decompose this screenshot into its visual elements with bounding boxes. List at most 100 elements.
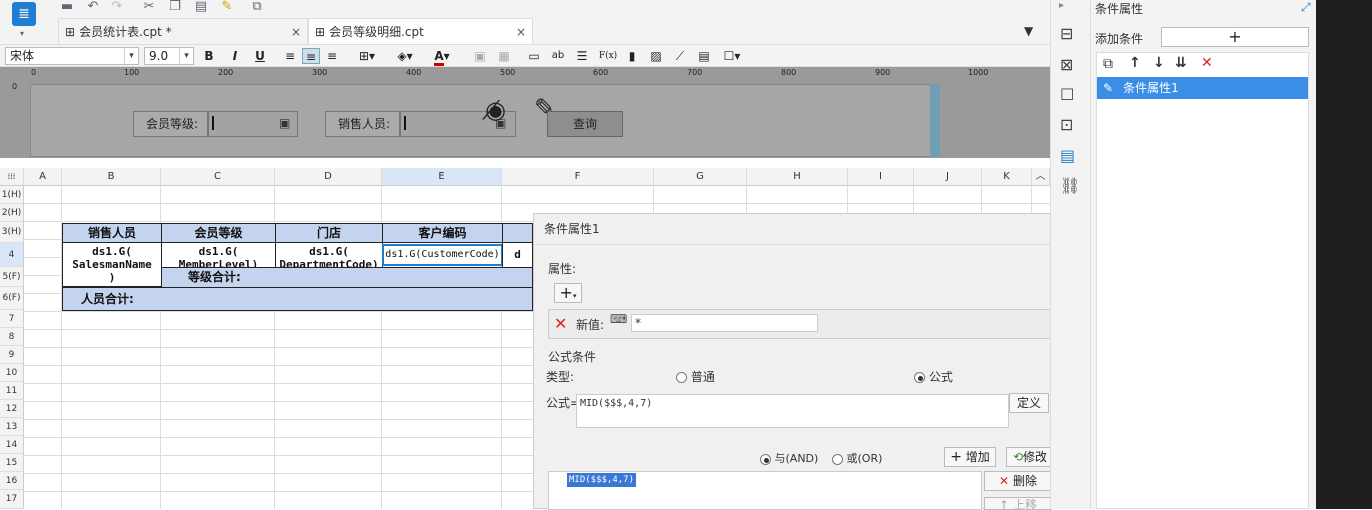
person-total-cell[interactable]: 人员合计: <box>62 287 533 311</box>
delete-icon[interactable]: ✕ <box>1201 55 1213 71</box>
collapse-icon[interactable]: ︿ <box>1032 168 1050 186</box>
header-cell-sales-person[interactable]: 销售人员 <box>62 223 162 243</box>
format-painter-icon[interactable]: ✎ <box>218 0 236 14</box>
row-header[interactable]: 1(H) <box>0 186 24 204</box>
copy-icon[interactable]: ⧉ <box>1103 56 1113 72</box>
level-total-cell[interactable]: 等级合计: <box>161 267 533 288</box>
row-header[interactable]: 2(H) <box>0 204 24 222</box>
designer-logo-icon[interactable]: ≣ <box>12 2 36 26</box>
column-header[interactable]: D <box>275 168 382 186</box>
close-icon[interactable]: × <box>291 25 301 39</box>
fill-color-icon[interactable]: ◈▾ <box>392 48 418 64</box>
pin-icon[interactable]: ▼ <box>1024 24 1033 38</box>
column-header[interactable]: E <box>382 168 502 186</box>
member-level-combo[interactable]: ▣ <box>208 111 298 137</box>
row-header[interactable]: 6(F) <box>0 287 24 310</box>
paste-icon[interactable]: ▤ <box>192 0 210 14</box>
cell-d4[interactable]: ds1.G( DepartmentCode) <box>275 242 383 268</box>
row-header[interactable]: 9 <box>0 346 24 364</box>
row-header[interactable]: 5(F) <box>0 267 24 287</box>
widget-settings-icon[interactable]: ⊠ <box>1060 55 1073 74</box>
move-up-button[interactable]: ↑ 上移 <box>984 497 1052 510</box>
cell-e4[interactable]: ds1.G(CustomerCode) <box>382 244 503 266</box>
image-icon[interactable]: ▨ <box>648 48 664 64</box>
condition-list-item[interactable]: MID($$$,4,7) <box>567 473 637 487</box>
row-header[interactable]: 13 <box>0 418 24 436</box>
save-icon[interactable]: ▬ <box>58 0 76 14</box>
row-header[interactable]: 7 <box>0 310 24 328</box>
split-cells-icon[interactable]: ▦ <box>496 48 512 64</box>
arrow-down-icon[interactable]: ↓ <box>1153 55 1165 71</box>
condition-item-selected[interactable]: ✎ 条件属性1 <box>1097 77 1308 99</box>
define-button[interactable]: 定义 <box>1009 393 1049 413</box>
and-radio[interactable]: 与(AND) <box>760 450 818 466</box>
chart-icon[interactable]: ▮ <box>624 48 640 64</box>
header-cell-extra[interactable] <box>502 223 533 243</box>
rich-text-icon[interactable]: ☰ <box>574 48 590 64</box>
hyperlink-icon[interactable]: ⛓ <box>1060 176 1080 195</box>
column-header[interactable]: F <box>502 168 654 186</box>
widget-icon[interactable]: ⊡ <box>1060 115 1073 134</box>
copy-icon[interactable]: ❐ <box>166 0 184 14</box>
column-header[interactable]: H <box>747 168 848 186</box>
column-header[interactable]: B <box>62 168 161 186</box>
cut-icon[interactable]: ✂ <box>140 0 158 14</box>
column-header[interactable]: J <box>914 168 982 186</box>
slash-icon[interactable]: ⟋ <box>672 48 688 64</box>
add-condition-button[interactable]: + 增加 <box>944 447 996 467</box>
type-normal-radio[interactable]: 普通 <box>676 368 715 385</box>
align-left-icon[interactable]: ≡ <box>282 48 298 64</box>
header-cell-customer-code[interactable]: 客户编码 <box>382 223 503 243</box>
row-header[interactable]: 3(H) <box>0 222 24 243</box>
merge-cells-icon[interactable]: ▣ <box>472 48 488 64</box>
border-icon[interactable]: ⊞▾ <box>354 48 380 64</box>
close-icon[interactable]: × <box>516 25 526 39</box>
condition-attribute-icon[interactable]: ▤ <box>1060 146 1075 165</box>
formula-button[interactable]: F(x) <box>596 48 620 64</box>
cell-element-icon[interactable]: ☐ <box>1060 85 1074 104</box>
row-header[interactable]: 4 <box>0 243 24 267</box>
italic-button[interactable]: I <box>228 48 242 64</box>
cell-attribute-icon[interactable]: ⊟ <box>1060 24 1073 43</box>
add-condition-plus-button[interactable]: + <box>1161 27 1309 47</box>
dropdown-arrow-icon[interactable]: ▾ <box>20 29 24 38</box>
or-radio[interactable]: 或(OR) <box>832 450 882 466</box>
insert-row-icon[interactable]: ▭ <box>526 48 542 64</box>
column-header[interactable]: A <box>24 168 62 186</box>
undo-icon[interactable]: ↶ <box>84 0 102 14</box>
header-cell-store[interactable]: 门店 <box>275 223 383 243</box>
cell-element-icon[interactable]: ☐▾ <box>720 48 744 64</box>
arrow-up-icon[interactable]: ↑ <box>1129 55 1141 71</box>
row-header[interactable]: 10 <box>0 364 24 382</box>
row-header[interactable]: 14 <box>0 436 24 454</box>
redo-icon[interactable]: ↷ <box>108 0 126 14</box>
collapse-arrow-icon[interactable]: ▸ <box>1059 0 1064 11</box>
column-header[interactable]: K <box>982 168 1032 186</box>
font-size-select[interactable]: 9.0 ▾ <box>144 47 194 65</box>
move-bottom-icon[interactable]: ⇊ <box>1175 55 1187 71</box>
tab-member-level-detail[interactable]: ⊞ 会员等级明细.cpt × <box>308 18 533 44</box>
tab-member-stats[interactable]: ⊞ 会员统计表.cpt * × <box>58 18 308 44</box>
align-center-icon[interactable]: ≡ <box>302 48 320 64</box>
row-header[interactable]: 8 <box>0 328 24 346</box>
row-header[interactable]: 17 <box>0 490 24 509</box>
bold-button[interactable]: B <box>202 48 216 64</box>
formula-textarea[interactable]: MID($$$,4,7) <box>576 394 1009 428</box>
preview-icon[interactable]: ⧉ <box>248 0 266 14</box>
row-header[interactable]: 16 <box>0 472 24 490</box>
row-header[interactable]: 15 <box>0 454 24 472</box>
row-header[interactable]: 12 <box>0 400 24 418</box>
cell-b4[interactable]: ds1.G( SalesmanName ) <box>62 242 162 287</box>
query-button[interactable]: 查询 <box>547 111 623 137</box>
column-header[interactable]: G <box>654 168 747 186</box>
row-header[interactable]: 11 <box>0 382 24 400</box>
text-style-icon[interactable]: ⌨ <box>610 312 627 326</box>
cell-c4[interactable]: ds1.G( MemberLevel) <box>161 242 276 268</box>
column-header[interactable]: I <box>848 168 914 186</box>
align-right-icon[interactable]: ≡ <box>324 48 340 64</box>
dropdown-icon[interactable]: ▣ <box>279 116 290 130</box>
modify-condition-button[interactable]: ⟲修改 <box>1006 447 1052 467</box>
expand-icon[interactable]: ⤢ <box>1301 0 1311 15</box>
underline-button[interactable]: U <box>253 48 267 64</box>
column-header[interactable]: C <box>161 168 275 186</box>
